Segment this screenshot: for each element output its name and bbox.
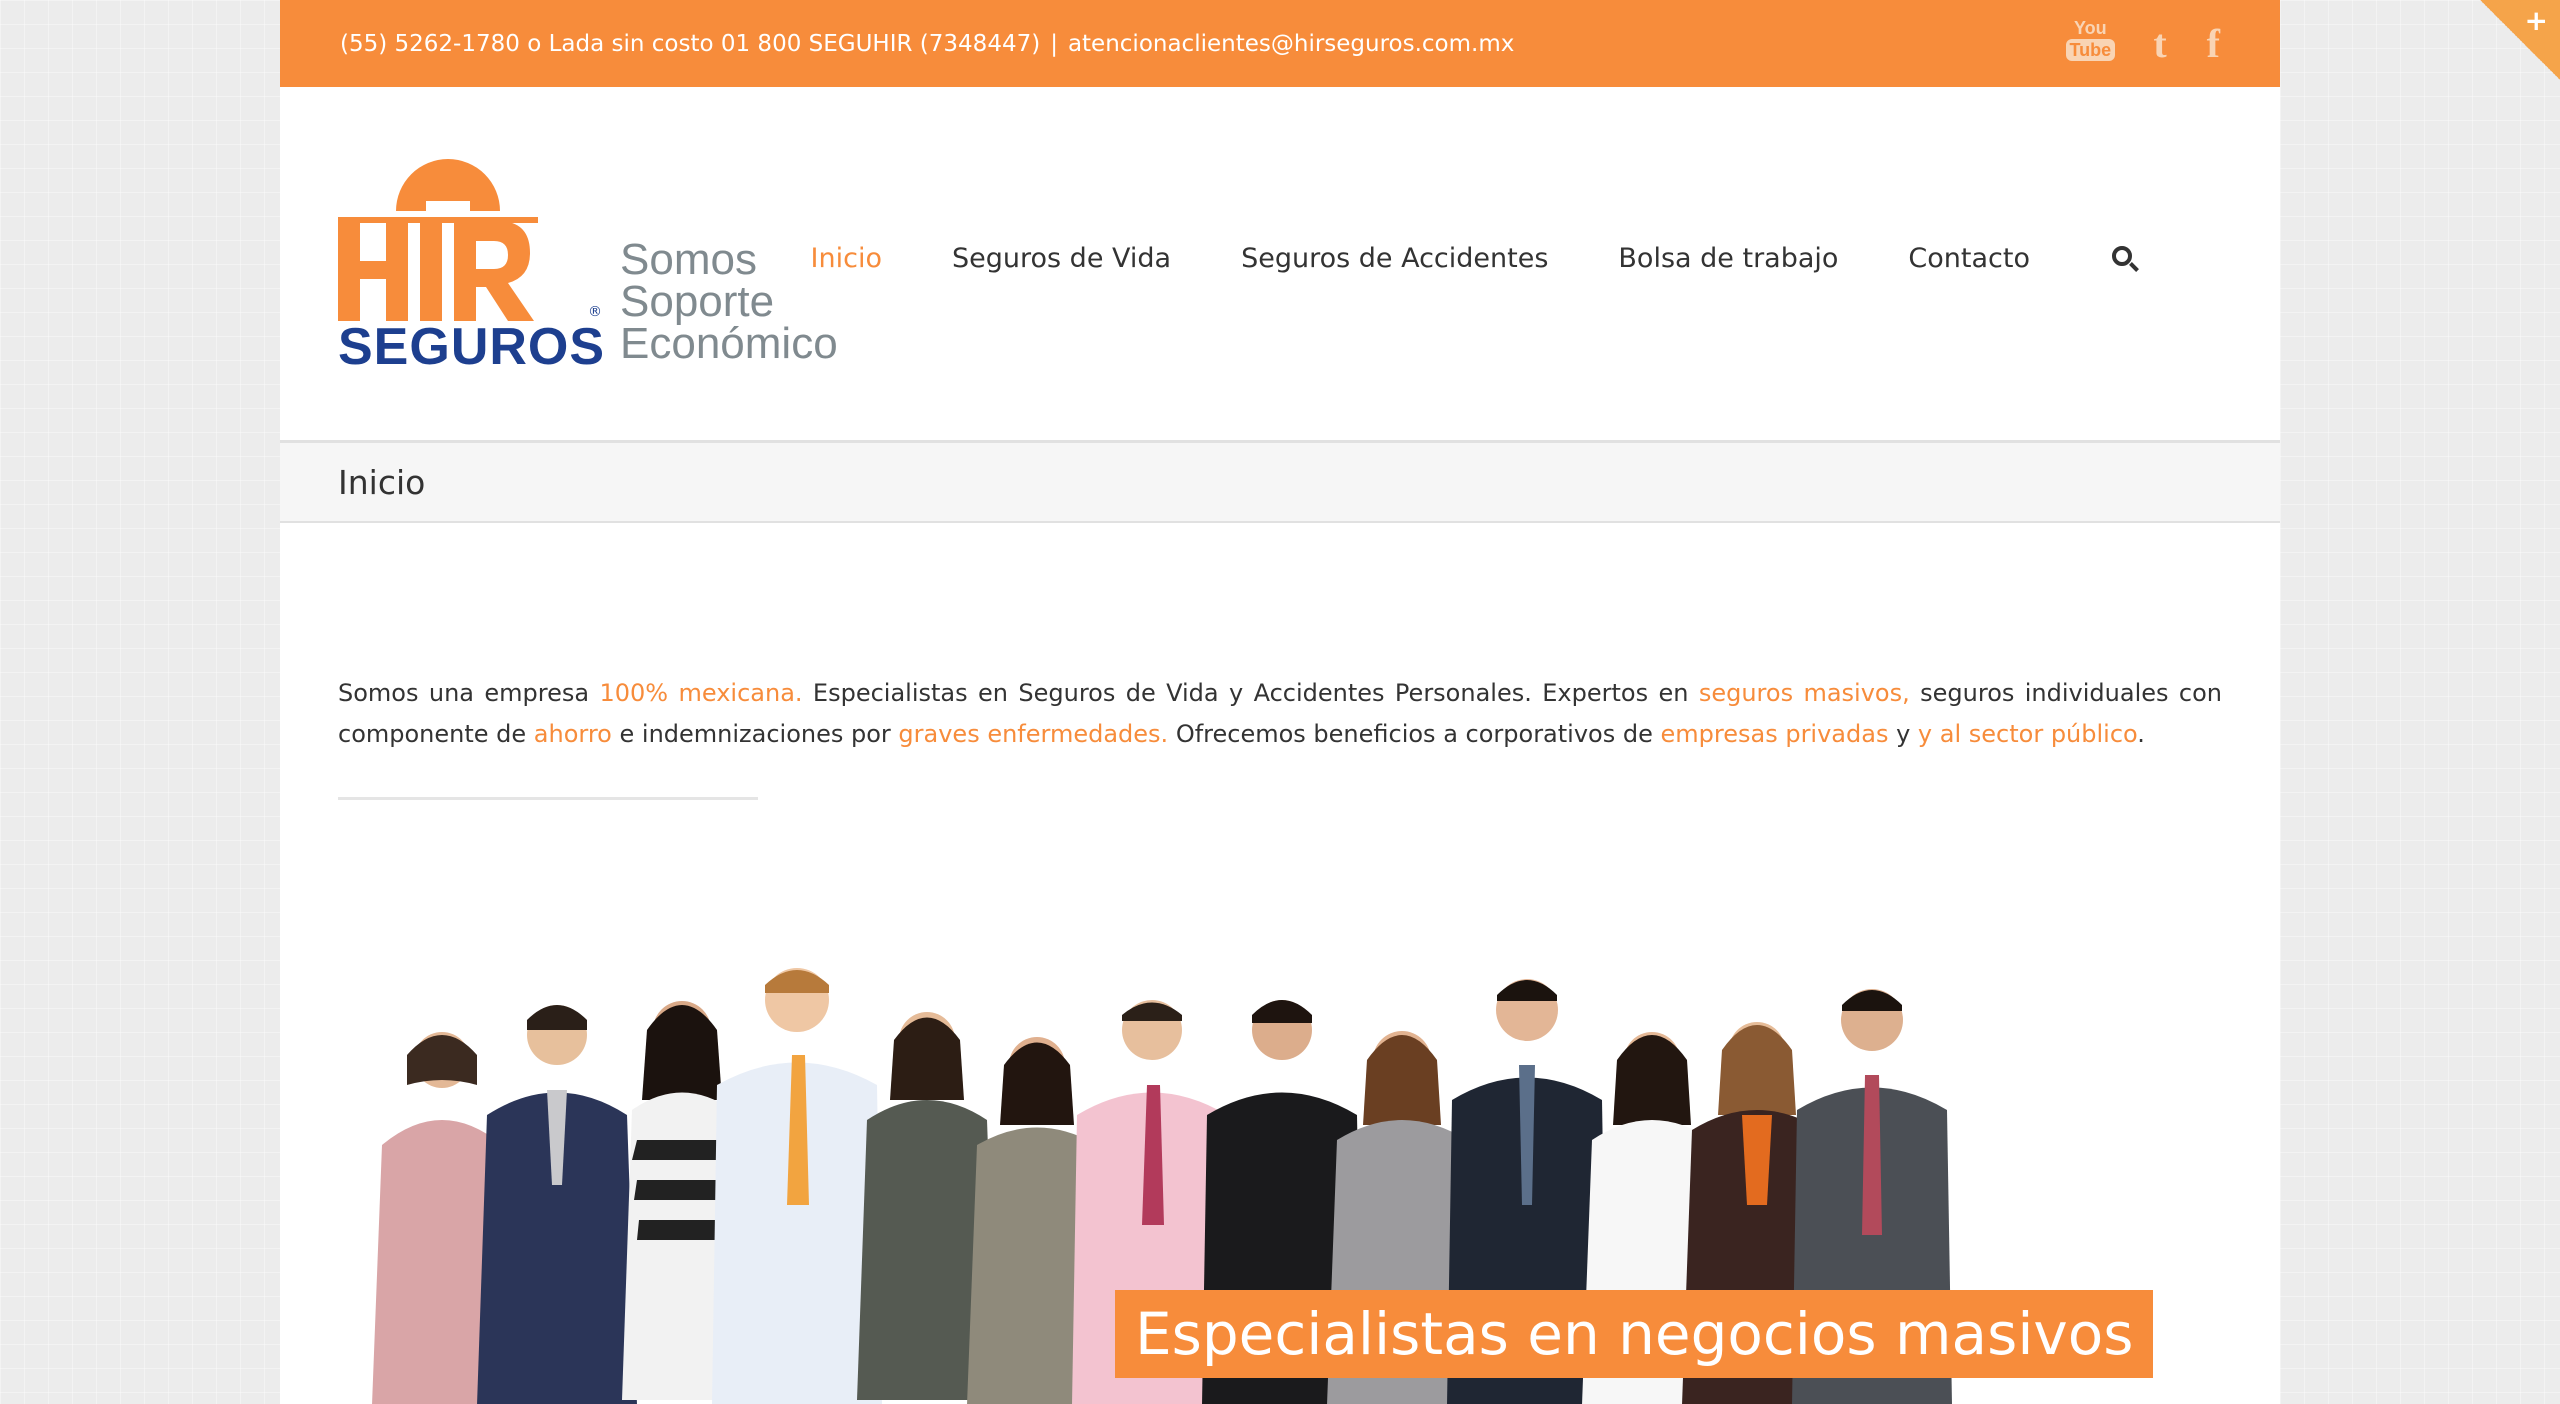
youtube-icon-top: You xyxy=(2074,17,2107,38)
nav-item-contacto[interactable]: Contacto xyxy=(1908,243,2030,274)
link-seguros-masivos[interactable]: seguros masivos, xyxy=(1699,679,1910,707)
corner-expand-tab[interactable]: + xyxy=(2480,0,2560,80)
social-links: You Tube t f xyxy=(2065,17,2220,69)
link-mexicana[interactable]: 100% mexicana. xyxy=(599,679,802,707)
intro-text: Especialistas en Seguros de Vida y Accid… xyxy=(802,679,1699,707)
intro-paragraph: Somos una empresa 100% mexicana. Especia… xyxy=(338,673,2222,755)
contact-separator: | xyxy=(1050,30,1058,57)
phone-text: (55) 5262-1780 o Lada sin costo 01 800 S… xyxy=(340,30,1041,57)
main-nav: Inicio Seguros de Vida Seguros de Accide… xyxy=(741,243,2140,274)
top-contact-bar: (55) 5262-1780 o Lada sin costo 01 800 S… xyxy=(280,0,2280,87)
youtube-icon[interactable]: You Tube xyxy=(2065,17,2116,69)
contact-info: (55) 5262-1780 o Lada sin costo 01 800 S… xyxy=(340,31,1514,57)
email-link[interactable]: atencionaclientes@hirseguros.com.mx xyxy=(1068,31,1514,57)
nav-item-seguros-de-accidentes[interactable]: Seguros de Accidentes xyxy=(1241,243,1548,274)
hir-seguros-logo[interactable]: ® SEGUROS Somos Soporte Económico xyxy=(338,149,838,479)
link-empresas-privadas[interactable]: empresas privadas xyxy=(1661,720,1889,748)
hir-logo-mark xyxy=(338,159,538,321)
banner-caption: Especialistas en negocios masivos xyxy=(1115,1290,2154,1378)
plus-icon: + xyxy=(2524,4,2548,37)
nav-item-seguros-de-vida[interactable]: Seguros de Vida xyxy=(952,243,1171,274)
logo-seguros-text: SEGUROS xyxy=(338,318,606,376)
link-sector-publico[interactable]: y al sector público xyxy=(1918,720,2137,748)
nav-item-inicio[interactable]: Inicio xyxy=(811,243,882,274)
nav-item-bolsa-de-trabajo[interactable]: Bolsa de trabajo xyxy=(1618,243,1838,274)
intro-text: Ofrecemos beneficios a corporativos de xyxy=(1168,720,1661,748)
main-content: Somos una empresa 100% mexicana. Especia… xyxy=(280,673,2280,800)
facebook-icon[interactable]: f xyxy=(2207,20,2220,67)
search-icon[interactable] xyxy=(2110,244,2140,274)
site-header: ® SEGUROS Somos Soporte Económico Inicio… xyxy=(280,87,2280,443)
tagline-line-3: Económico xyxy=(620,319,838,368)
youtube-icon-bottom: Tube xyxy=(2065,38,2116,61)
intro-text: y xyxy=(1888,720,1918,748)
intro-text: e indemnizaciones por xyxy=(611,720,899,748)
link-ahorro[interactable]: ahorro xyxy=(534,720,612,748)
twitter-icon[interactable]: t xyxy=(2153,20,2166,67)
link-graves-enfermedades[interactable]: graves enfermedades. xyxy=(898,720,1168,748)
tagline-line-2: Soporte xyxy=(620,277,775,326)
intro-text: . xyxy=(2137,720,2145,748)
intro-text: Somos una empresa xyxy=(338,679,600,707)
section-divider xyxy=(338,797,758,800)
page-wrapper: (55) 5262-1780 o Lada sin costo 01 800 S… xyxy=(280,0,2280,1404)
